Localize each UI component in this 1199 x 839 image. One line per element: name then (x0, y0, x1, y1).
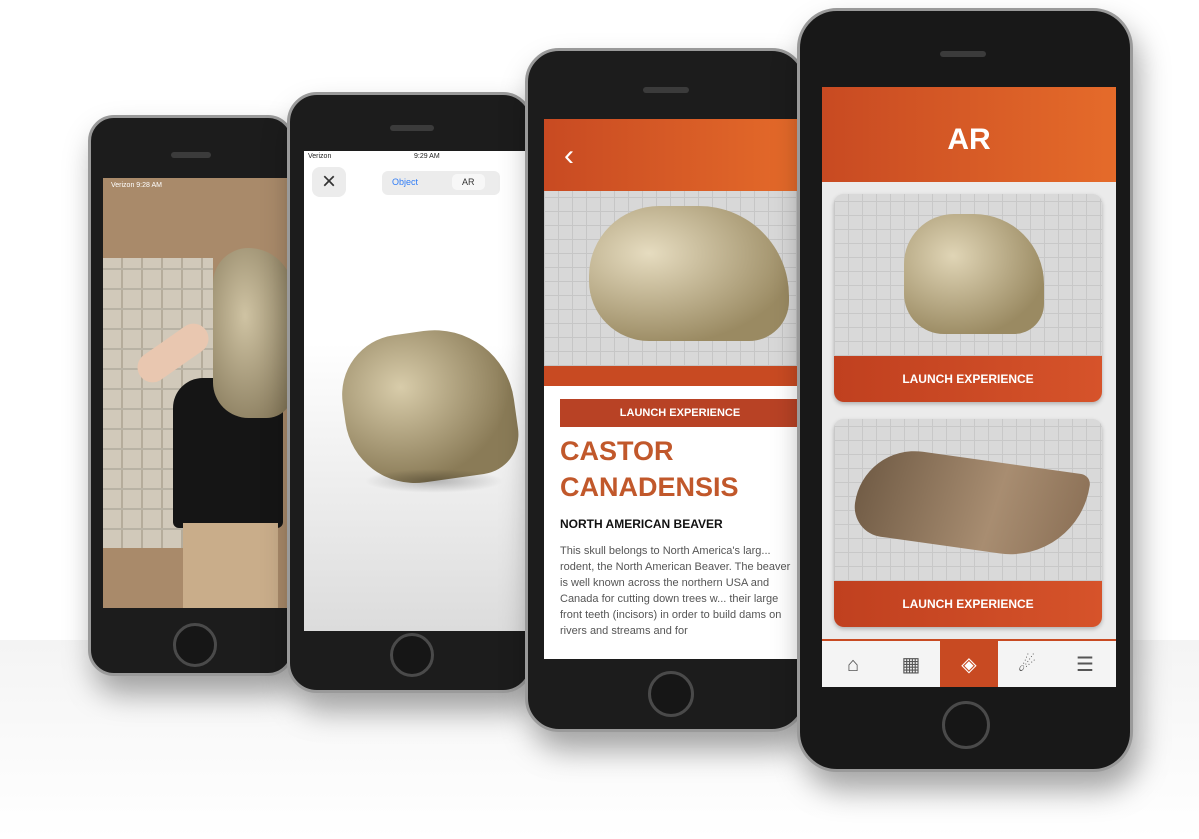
home-button[interactable] (942, 701, 990, 749)
skull-3d-model[interactable] (334, 319, 524, 493)
status-time: 9:29 AM (414, 153, 440, 160)
home-button[interactable] (648, 671, 694, 717)
close-icon: × (321, 168, 336, 195)
title-line-2: CANADENSIS (560, 472, 739, 502)
status-bar: Verizon 9:28 AM (111, 182, 162, 189)
beaver-skull-thumbnail (904, 214, 1044, 334)
home-icon: ⌂ (846, 654, 860, 676)
tab-ar[interactable]: ◈ (940, 641, 998, 687)
tab-calendar[interactable]: ▦ (882, 641, 940, 687)
specimen-image (544, 191, 804, 366)
ar-icon: ◈ (961, 654, 977, 676)
detail-screen: ‹ LAUNCH EXPERIENCE CASTOR CANADENSIS NO… (544, 119, 804, 659)
specimen-description: This skull belongs to North America's la… (560, 545, 791, 637)
phone-ar-list: AR LAUNCH EXPERIENCE LAUNCH EXPERIENCE ⌂… (797, 8, 1133, 772)
close-button[interactable]: × (312, 167, 346, 197)
launch-experience-button[interactable]: LAUNCH EXPERIENCE (560, 399, 800, 427)
specimen-title: CASTOR CANADENSIS (560, 433, 800, 505)
home-button[interactable] (173, 623, 217, 667)
tab-fossils[interactable]: ☄ (998, 641, 1056, 687)
segment-ar[interactable]: AR (452, 174, 485, 190)
model-shadow (364, 469, 504, 493)
ar-header: AR (822, 87, 1116, 182)
launch-experience-button[interactable]: LAUNCH EXPERIENCE (834, 581, 1102, 627)
view-mode-segmented-control: Object AR (382, 171, 500, 195)
card-image (834, 419, 1102, 581)
speaker-grille (171, 152, 211, 158)
detail-header: ‹ (544, 119, 804, 191)
phone-object-view: Verizon 9:29 AM × Object AR (287, 92, 533, 693)
bottom-tab-bar: ⌂ ▦ ◈ ☄ ☰ (822, 639, 1116, 687)
phone-camera-view: Verizon 9:28 AM (88, 115, 294, 676)
ar-card-skull[interactable]: LAUNCH EXPERIENCE (834, 194, 1102, 402)
beaver-skull-image (589, 206, 789, 341)
speaker-grille (643, 87, 689, 93)
camera-screen: Verizon 9:28 AM (103, 178, 288, 608)
ar-skull-overlay[interactable] (213, 248, 288, 418)
chevron-left-icon: ‹ (564, 139, 574, 172)
ar-list-screen: AR LAUNCH EXPERIENCE LAUNCH EXPERIENCE ⌂… (822, 87, 1116, 687)
status-carrier: Verizon (308, 153, 332, 160)
fossil-icon: ☄ (1018, 654, 1036, 676)
ar-card-claw[interactable]: LAUNCH EXPERIENCE (834, 419, 1102, 627)
person-legs (183, 523, 278, 608)
accent-band (544, 366, 804, 386)
segment-object[interactable]: Object (392, 177, 418, 187)
tab-menu[interactable]: ☰ (1056, 641, 1114, 687)
menu-icon: ☰ (1076, 654, 1094, 676)
speaker-grille (940, 51, 986, 57)
home-button[interactable] (390, 633, 434, 677)
page-title: AR (947, 123, 991, 156)
specimen-common-name: NORTH AMERICAN BEAVER (560, 517, 723, 531)
back-button[interactable]: ‹ (564, 139, 574, 173)
title-line-1: CASTOR (560, 436, 674, 466)
object-screen: Verizon 9:29 AM × Object AR (304, 151, 530, 631)
claw-fossil-thumbnail (850, 443, 1092, 565)
phone-specimen-detail: ‹ LAUNCH EXPERIENCE CASTOR CANADENSIS NO… (525, 48, 806, 732)
launch-experience-button[interactable]: LAUNCH EXPERIENCE (834, 356, 1102, 402)
tab-home[interactable]: ⌂ (824, 641, 882, 687)
card-image (834, 194, 1102, 356)
speaker-grille (390, 125, 434, 131)
status-bar: Verizon 9:29 AM (304, 153, 530, 165)
calendar-icon: ▦ (901, 654, 921, 676)
